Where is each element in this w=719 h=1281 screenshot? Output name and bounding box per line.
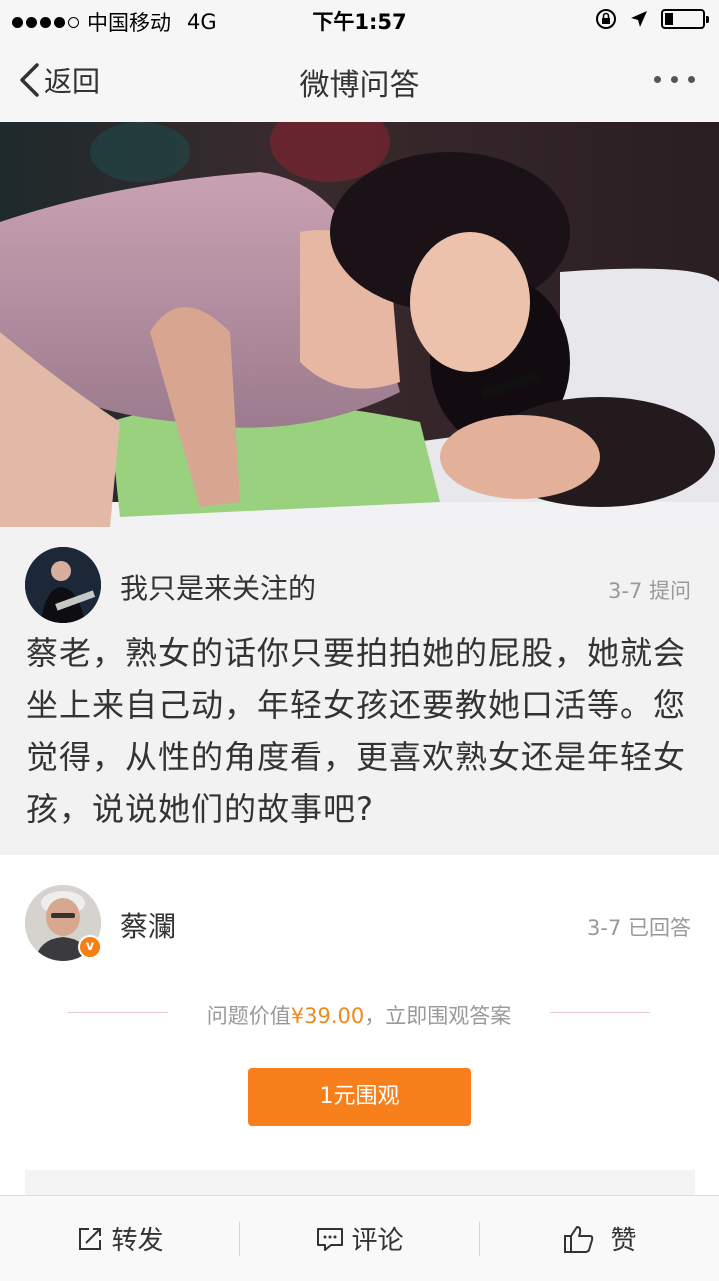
comment-label: 评论 (351, 1226, 404, 1256)
question-photo-illustration (0, 122, 719, 527)
comment-icon (317, 1227, 344, 1251)
like-icon (564, 1225, 594, 1253)
repost-icon (79, 1227, 102, 1250)
like-label: 赞 (610, 1226, 637, 1256)
status-bar: 中国移动 4G 下午1:57 (0, 0, 719, 40)
asker-name[interactable]: 我只是来关注的 (120, 567, 316, 607)
value-suffix: ，立即围观答案 (364, 1004, 512, 1028)
question-value-text: 问题价值¥39.00，立即围观答案 (68, 1000, 650, 1030)
question-text: 蔡老，熟女的话你只要拍拍她的屁股，她就会坐上来自己动，年轻女孩还要教她口活等。您… (26, 634, 687, 828)
page-title: 微博问答 (299, 68, 420, 103)
verified-badge-icon: v (78, 935, 102, 959)
answer-card: v 蔡瀾 3-7 已回答 问题价值¥39.00，立即围观答案 1元围观 (0, 855, 719, 1200)
location-arrow-icon (631, 11, 647, 27)
repost-label: 转发 (111, 1226, 164, 1256)
repost-button[interactable]: 转发 (0, 1196, 239, 1281)
rotation-lock-icon (596, 9, 616, 29)
more-dots-icon[interactable] (654, 76, 695, 83)
nav-bar: 返回 微博问答 (0, 40, 719, 123)
asker-avatar-image (25, 547, 101, 623)
comment-button[interactable]: 评论 (240, 1196, 479, 1281)
question-card: 我只是来关注的 3-7 提问 蔡老，熟女的话你只要拍拍她的屁股，她就会坐上来自己… (0, 527, 719, 855)
like-button[interactable]: 赞 (480, 1196, 719, 1281)
battery-icon (661, 9, 709, 29)
value-prefix: 问题价值 (206, 1004, 291, 1028)
answerer-name[interactable]: 蔡瀾 (120, 905, 176, 945)
pay-to-view-button[interactable]: 1元围观 (248, 1068, 471, 1126)
answer-meta: 3-7 已回答 (587, 916, 691, 940)
bottom-toolbar: 转发 评论 赞 (0, 1195, 719, 1281)
question-value-row: 问题价值¥39.00，立即围观答案 (68, 998, 650, 1028)
question-meta: 3-7 提问 (608, 579, 691, 603)
asker-avatar[interactable] (25, 547, 101, 623)
question-price: ¥39.00 (290, 1004, 365, 1028)
question-photo[interactable] (0, 122, 719, 527)
